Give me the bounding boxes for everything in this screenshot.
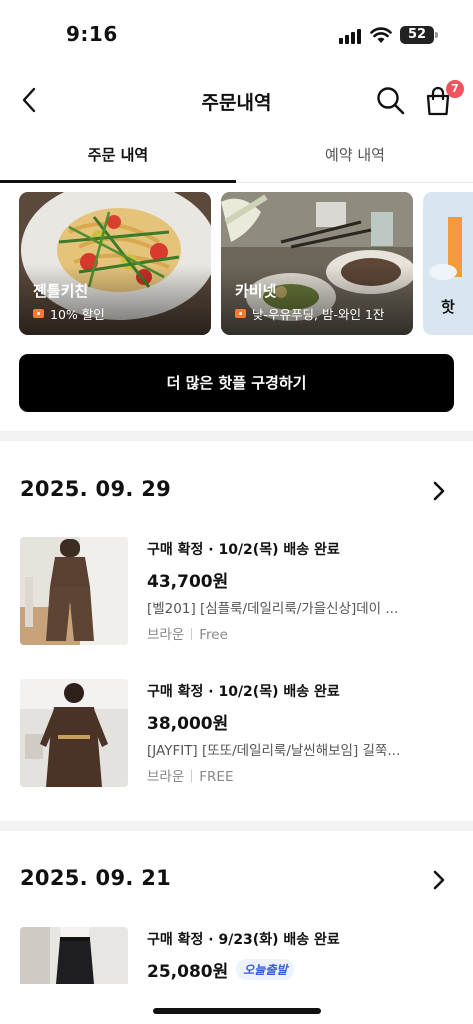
order-item[interactable]: 구매 확정 · 10/2(목) 배송 완료 38,000원 [JAYFIT] [… [0, 679, 473, 789]
section-divider [0, 431, 473, 441]
cart-count-badge: 7 [446, 80, 464, 98]
order-status: 구매 확정 · 10/2(목) 배송 완료 [147, 542, 340, 558]
product-name: [JAYFIT] [또또/데일리룩/날씬해보임] 길쭉... [147, 743, 401, 759]
battery-icon: 52 [400, 26, 438, 44]
chevron-right-icon [433, 481, 445, 501]
order-price: 25,080원 오늘출발 [147, 957, 295, 982]
hotplace-card[interactable]: 젠틀키친 10% 할인 [19, 192, 211, 335]
product-option: 브라운 FREE [147, 769, 234, 785]
tab-bar: 주문 내역 예약 내역 [0, 131, 473, 183]
search-icon [377, 87, 405, 115]
hotplace-name: 젠틀키친 [33, 282, 89, 300]
product-thumbnail [20, 927, 128, 984]
chevron-right-icon [433, 870, 445, 890]
product-thumbnail [20, 537, 128, 645]
home-indicator [153, 1008, 321, 1014]
order-status: 구매 확정 · 9/23(화) 배송 완료 [147, 932, 340, 948]
product-name: [벨201] [심플룩/데일리룩/가을신상]데이 ... [147, 601, 399, 617]
coupon-icon [235, 309, 246, 318]
order-item[interactable]: 구매 확정 · 10/2(목) 배송 완료 43,700원 [벨201] [심플… [0, 537, 473, 647]
order-date-row[interactable]: 2025. 09. 29 [0, 471, 473, 511]
order-date-row[interactable]: 2025. 09. 21 [0, 860, 473, 900]
wifi-icon [370, 27, 392, 43]
order-price: 43,700원 [147, 572, 229, 592]
order-item[interactable]: 구매 확정 · 9/23(화) 배송 완료 25,080원 오늘출발 [0, 927, 473, 984]
hotplace-carousel: 젠틀키친 10% 할인 카비넷 낮-우유푸딩, 밤-와인 1잔 핫 [0, 192, 473, 336]
status-time: 9:16 [66, 22, 118, 46]
same-day-shipping-badge: 오늘출발 [236, 959, 295, 980]
hotplace-name: 핫 [441, 298, 455, 316]
hotplace-card[interactable]: 핫 [423, 192, 473, 335]
hotplace-card[interactable]: 카비넷 낮-우유푸딩, 밤-와인 1잔 [221, 192, 413, 335]
order-status: 구매 확정 · 10/2(목) 배송 완료 [147, 684, 340, 700]
hotplace-benefit: 낮-우유푸딩, 밤-와인 1잔 [235, 304, 384, 323]
section-divider [0, 821, 473, 831]
order-date: 2025. 09. 21 [20, 866, 172, 890]
tab-reservations[interactable]: 예약 내역 [237, 131, 473, 183]
product-option: 브라운 Free [147, 627, 228, 643]
tab-order-history[interactable]: 주문 내역 [0, 131, 236, 183]
order-date: 2025. 09. 29 [20, 477, 172, 501]
hotplace-benefit: 10% 할인 [33, 304, 105, 323]
status-bar: 9:16 52 [0, 0, 473, 70]
product-thumbnail [20, 679, 128, 787]
hotplace-name: 카비넷 [235, 282, 277, 300]
app-header: 주문내역 [0, 72, 473, 130]
more-hotplaces-button[interactable]: 더 많은 핫플 구경하기 [19, 354, 454, 412]
order-price: 38,000원 [147, 714, 229, 734]
coupon-icon [33, 309, 44, 318]
signal-icon [339, 28, 363, 44]
search-button[interactable] [374, 84, 408, 118]
